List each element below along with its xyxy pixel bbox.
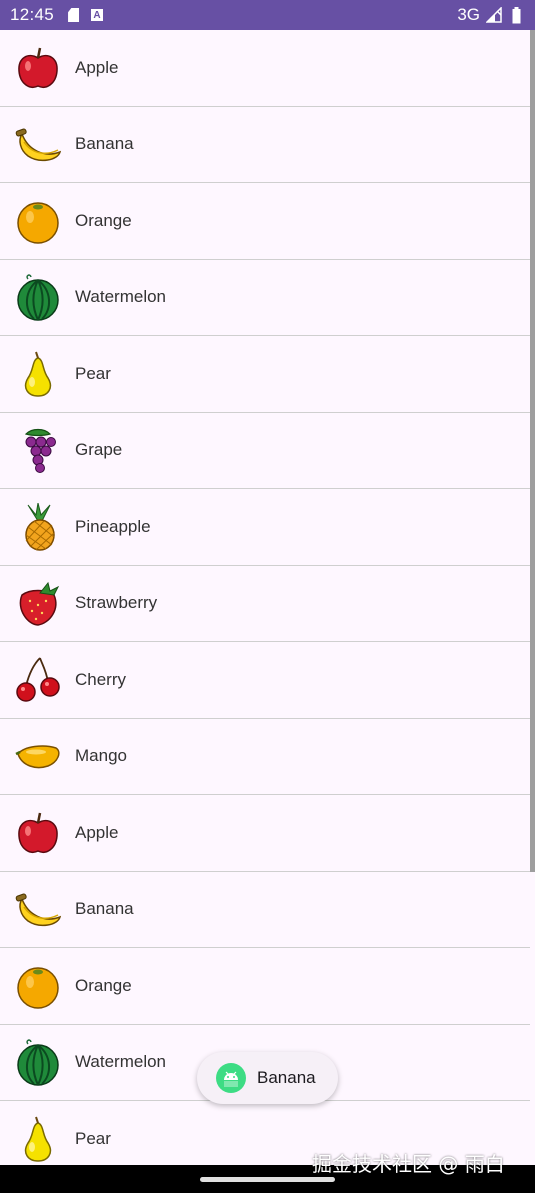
sd-card-icon — [68, 8, 80, 22]
scrollbar[interactable] — [530, 30, 535, 872]
orange-icon — [14, 962, 62, 1010]
watermark: 掘金技术社区 @ 雨白 — [312, 1152, 505, 1176]
banana-icon — [14, 885, 62, 933]
watermelon-icon — [14, 273, 62, 321]
fruit-list[interactable]: Apple Banana Orange Watermelon Pear Grap… — [0, 30, 530, 1165]
list-item-label: Pear — [75, 1128, 111, 1148]
apple-icon — [14, 809, 62, 857]
list-item-label: Orange — [75, 210, 132, 230]
list-item[interactable]: Strawberry — [0, 566, 530, 642]
pear-icon — [14, 350, 62, 398]
list-item-label: Apple — [75, 57, 119, 77]
list-item[interactable]: Cherry — [0, 642, 530, 719]
pear-icon — [14, 1115, 62, 1163]
network-type: 3G — [457, 5, 480, 24]
list-item[interactable]: Banana — [0, 872, 530, 948]
grape-icon — [14, 426, 62, 474]
android-icon — [216, 1063, 246, 1093]
list-item-label: Pear — [75, 363, 111, 383]
list-item-label: Watermelon — [75, 1052, 167, 1072]
list-item[interactable]: Pear — [0, 336, 530, 413]
status-time: 12:45 — [10, 5, 55, 24]
list-item-label: Orange — [75, 975, 132, 995]
toast: Banana — [197, 1052, 338, 1104]
home-gesture-handle[interactable] — [200, 1177, 335, 1182]
battery-icon — [512, 6, 521, 23]
list-item-label: Strawberry — [75, 593, 158, 613]
apple-icon — [14, 44, 62, 92]
list-item-label: Mango — [75, 746, 127, 766]
status-right: 3G — [457, 5, 525, 25]
list-item-label: Pineapple — [75, 516, 151, 536]
banana-icon — [14, 120, 62, 168]
list-item[interactable]: Watermelon — [0, 260, 530, 336]
watermelon-icon — [14, 1038, 62, 1086]
mango-icon — [14, 732, 62, 780]
list-item-label: Cherry — [75, 669, 127, 689]
status-bar: 12:45 A 3G — [0, 0, 535, 30]
list-item[interactable]: Apple — [0, 795, 530, 872]
list-item[interactable]: Pineapple — [0, 489, 530, 566]
strawberry-icon — [14, 579, 62, 627]
list-item[interactable]: Apple — [0, 30, 530, 107]
orange-icon — [14, 197, 62, 245]
cherry-icon — [14, 656, 62, 704]
list-item-label: Grape — [75, 440, 123, 460]
list-item[interactable]: Orange — [0, 948, 530, 1025]
list-item-label: Banana — [75, 899, 134, 919]
accessibility-a-icon: A — [91, 9, 104, 21]
pineapple-icon — [14, 502, 62, 551]
list-item[interactable]: Banana — [0, 107, 530, 183]
list-item[interactable]: Mango — [0, 719, 530, 795]
toast-text: Banana — [257, 1068, 316, 1087]
list-item[interactable]: Orange — [0, 183, 530, 260]
list-item-label: Banana — [75, 134, 134, 154]
list-item-label: Apple — [75, 822, 119, 842]
signal-icon — [486, 7, 502, 23]
list-item[interactable]: Grape — [0, 413, 530, 489]
list-item-label: Watermelon — [75, 287, 167, 307]
